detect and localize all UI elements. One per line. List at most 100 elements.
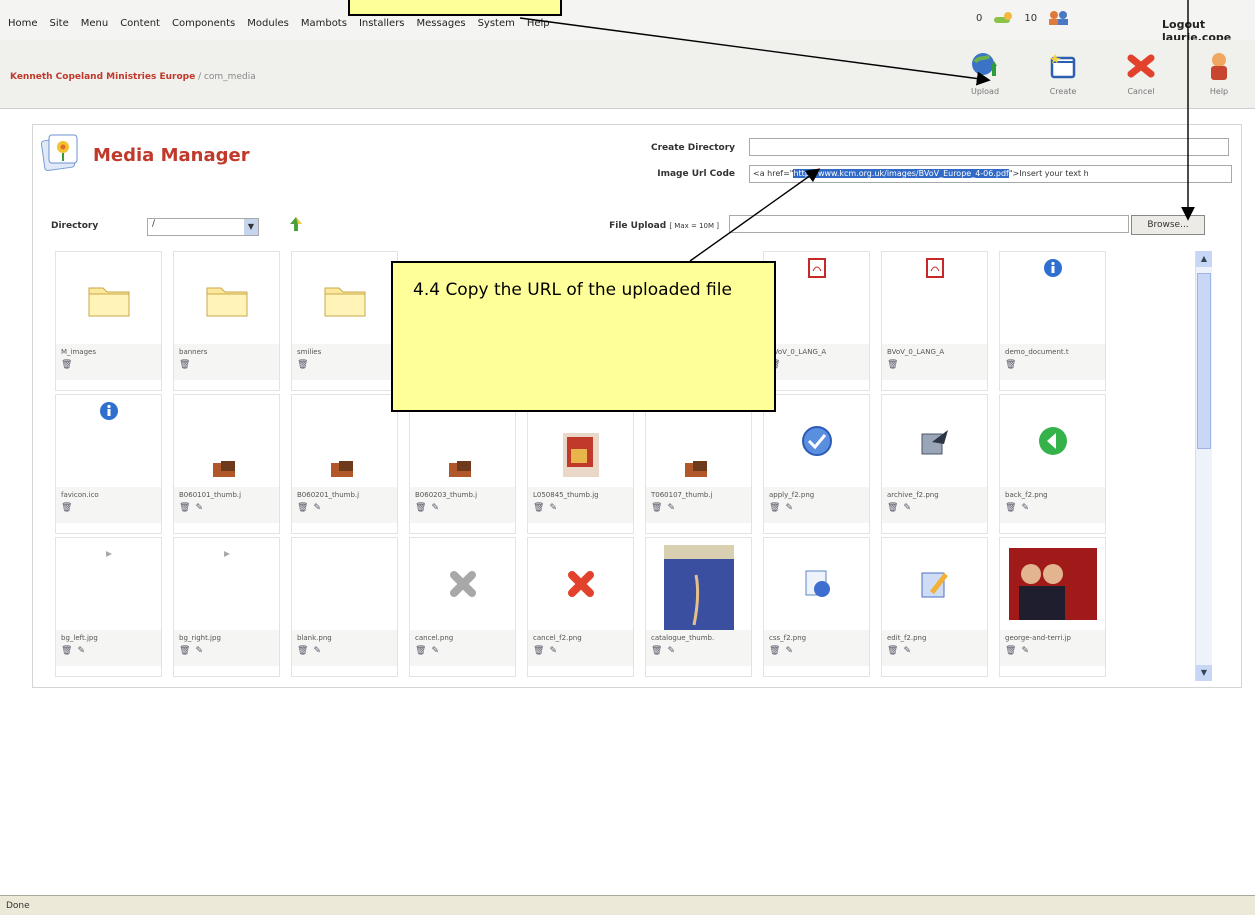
back-icon[interactable]: [1000, 395, 1105, 487]
media-item[interactable]: L050845_thumb.jg 🗑 ✎: [527, 394, 634, 534]
apply-icon[interactable]: [764, 395, 869, 487]
menu-item-modules[interactable]: Modules: [247, 18, 289, 29]
menu-item-components[interactable]: Components: [172, 18, 235, 29]
trash-icon[interactable]: 🗑: [415, 503, 426, 513]
photo-thumb-icon[interactable]: [1000, 538, 1105, 630]
menu-item-installers[interactable]: Installers: [359, 18, 405, 29]
directory-select[interactable]: / ▼: [147, 218, 259, 236]
media-item[interactable]: B060201_thumb.j 🗑 ✎: [291, 394, 398, 534]
media-item[interactable]: archive_f2.png 🗑 ✎: [881, 394, 988, 534]
trash-icon[interactable]: 🗑: [297, 360, 308, 370]
trash-icon[interactable]: 🗑: [179, 646, 190, 656]
pencil-icon[interactable]: ✎: [77, 646, 85, 656]
trash-icon[interactable]: 🗑: [651, 503, 662, 513]
help-button[interactable]: Help: [1189, 50, 1249, 100]
trash-icon[interactable]: 🗑: [769, 503, 780, 513]
pdf-icon[interactable]: [882, 252, 987, 344]
pencil-icon[interactable]: ✎: [667, 646, 675, 656]
tiny-image-icon[interactable]: [56, 538, 161, 630]
trash-icon[interactable]: 🗑: [415, 646, 426, 656]
media-item[interactable]: bg_right.jpg 🗑 ✎: [173, 537, 280, 677]
trash-icon[interactable]: 🗑: [179, 503, 190, 513]
trash-icon[interactable]: 🗑: [61, 360, 72, 370]
upload-button[interactable]: Upload: [955, 50, 1015, 100]
scroll-thumb[interactable]: [1197, 273, 1211, 449]
folder-icon[interactable]: [174, 252, 279, 344]
menu-item-system[interactable]: System: [478, 18, 515, 29]
trash-icon[interactable]: 🗑: [297, 503, 308, 513]
trash-icon[interactable]: 🗑: [769, 646, 780, 656]
photo-thumb-icon[interactable]: [292, 395, 397, 487]
trash-icon[interactable]: 🗑: [61, 646, 72, 656]
file-upload-input[interactable]: [729, 215, 1129, 233]
create-button[interactable]: Create: [1033, 50, 1093, 100]
breadcrumb-site[interactable]: Kenneth Copeland Ministries Europe: [10, 72, 195, 82]
media-item[interactable]: blank.png 🗑 ✎: [291, 537, 398, 677]
media-item[interactable]: george-and-terri.jp 🗑 ✎: [999, 537, 1106, 677]
media-item[interactable]: B060203_thumb.j 🗑 ✎: [409, 394, 516, 534]
pencil-icon[interactable]: ✎: [903, 503, 911, 513]
messages-icon[interactable]: [992, 11, 1014, 25]
media-item[interactable]: favicon.ico 🗑: [55, 394, 162, 534]
file-grid-scrollbar[interactable]: ▲ ▼: [1195, 251, 1212, 681]
trash-icon[interactable]: 🗑: [1005, 503, 1016, 513]
pencil-icon[interactable]: ✎: [667, 503, 675, 513]
info-icon[interactable]: [56, 395, 161, 487]
media-item[interactable]: cancel.png 🗑 ✎: [409, 537, 516, 677]
trash-icon[interactable]: 🗑: [533, 503, 544, 513]
menu-item-mambots[interactable]: Mambots: [301, 18, 347, 29]
trash-icon[interactable]: 🗑: [533, 646, 544, 656]
pencil-icon[interactable]: ✎: [195, 503, 203, 513]
media-item[interactable]: BVoV_0_LANG_A 🗑: [881, 251, 988, 391]
trash-icon[interactable]: 🗑: [179, 360, 190, 370]
folder-icon[interactable]: [292, 252, 397, 344]
trash-icon[interactable]: 🗑: [887, 646, 898, 656]
pencil-icon[interactable]: ✎: [1021, 503, 1029, 513]
trash-icon[interactable]: 🗑: [651, 646, 662, 656]
media-item[interactable]: edit_f2.png 🗑 ✎: [881, 537, 988, 677]
media-item[interactable]: apply_f2.png 🗑 ✎: [763, 394, 870, 534]
menu-item-home[interactable]: Home: [8, 18, 38, 29]
info-icon[interactable]: [1000, 252, 1105, 344]
media-item[interactable]: BVoV_0_LANG_A 🗑: [763, 251, 870, 391]
media-item[interactable]: banners 🗑: [173, 251, 280, 391]
trash-icon[interactable]: 🗑: [61, 503, 72, 513]
chevron-down-icon[interactable]: ▼: [244, 219, 258, 235]
directory-up-icon[interactable]: [289, 216, 303, 232]
media-item[interactable]: B060101_thumb.j 🗑 ✎: [173, 394, 280, 534]
catalogue-thumb-icon[interactable]: [646, 538, 751, 631]
pencil-icon[interactable]: ✎: [431, 503, 439, 513]
cancel-icon[interactable]: [410, 538, 515, 630]
edit-icon[interactable]: [882, 538, 987, 630]
pencil-icon[interactable]: ✎: [195, 646, 203, 656]
pencil-icon[interactable]: ✎: [785, 646, 793, 656]
cancel-button[interactable]: Cancel: [1111, 50, 1171, 100]
media-item[interactable]: demo_document.t 🗑: [999, 251, 1106, 391]
menu-item-help[interactable]: Help: [527, 18, 550, 29]
media-item[interactable]: cancel_f2.png 🗑 ✎: [527, 537, 634, 677]
menu-item-menu[interactable]: Menu: [81, 18, 108, 29]
scroll-down-icon[interactable]: ▼: [1196, 665, 1212, 681]
pencil-icon[interactable]: ✎: [1021, 646, 1029, 656]
pdf-icon[interactable]: [764, 252, 869, 344]
trash-icon[interactable]: 🗑: [1005, 646, 1016, 656]
menu-item-content[interactable]: Content: [120, 18, 160, 29]
media-item[interactable]: back_f2.png 🗑 ✎: [999, 394, 1106, 534]
tiny-image-icon[interactable]: [174, 538, 279, 630]
media-item[interactable]: T060107_thumb.j 🗑 ✎: [645, 394, 752, 534]
trash-icon[interactable]: 🗑: [1005, 360, 1016, 370]
trash-icon[interactable]: 🗑: [887, 503, 898, 513]
photo-thumb-icon[interactable]: [174, 395, 279, 487]
pencil-icon[interactable]: ✎: [903, 646, 911, 656]
pencil-icon[interactable]: ✎: [785, 503, 793, 513]
cancel-icon[interactable]: [528, 538, 633, 630]
pencil-icon[interactable]: ✎: [313, 646, 321, 656]
media-item[interactable]: M_images 🗑: [55, 251, 162, 391]
pencil-icon[interactable]: ✎: [313, 503, 321, 513]
pencil-icon[interactable]: ✎: [431, 646, 439, 656]
menu-item-site[interactable]: Site: [50, 18, 69, 29]
users-icon[interactable]: [1047, 10, 1071, 26]
media-item[interactable]: smilies 🗑: [291, 251, 398, 391]
archive-icon[interactable]: [882, 395, 987, 487]
media-item[interactable]: css_f2.png 🗑 ✎: [763, 537, 870, 677]
